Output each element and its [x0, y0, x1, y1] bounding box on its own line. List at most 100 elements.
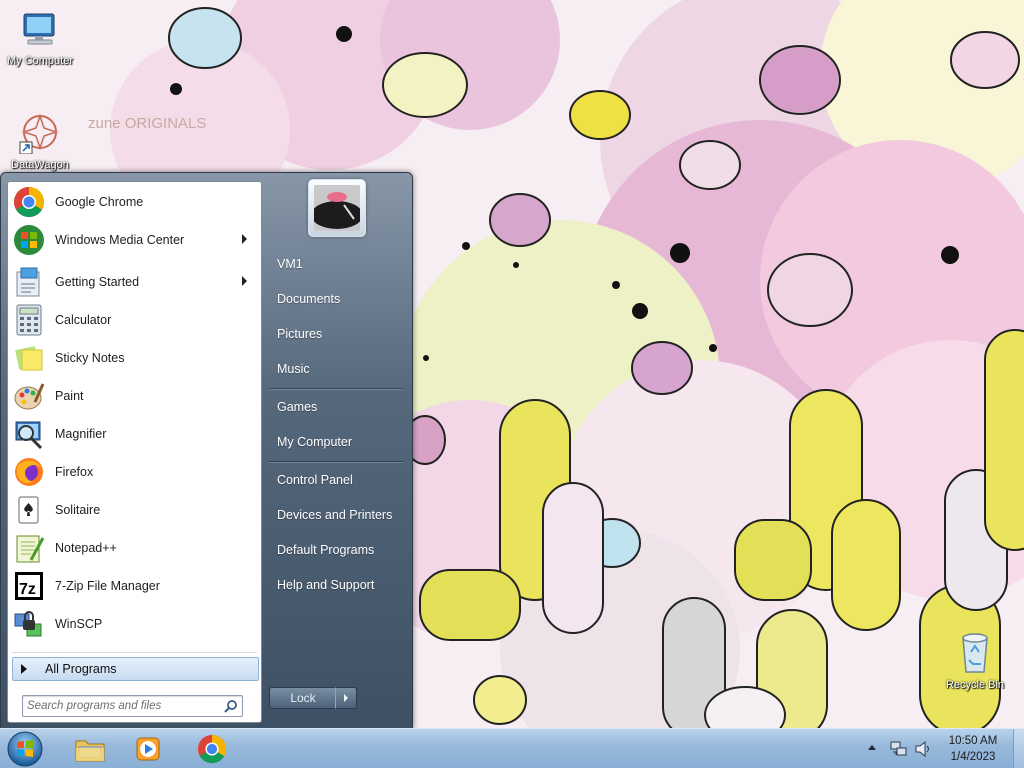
calculator-icon	[12, 303, 46, 337]
start-link-help-and-support[interactable]: Help and Support	[267, 570, 405, 600]
sticky-notes-icon	[12, 341, 46, 375]
taskbar-media-player-button[interactable]	[120, 731, 176, 767]
start-link-documents[interactable]: Documents	[267, 284, 405, 314]
start-link-label: Default Programs	[277, 543, 375, 557]
desktop-icon-recycle-bin[interactable]: Recycle Bin	[933, 630, 1017, 691]
start-link-label: Documents	[277, 292, 341, 306]
start-link-label: Pictures	[277, 327, 323, 341]
network-icon[interactable]	[890, 740, 908, 758]
chrome-icon	[197, 734, 227, 764]
shutdown-options-button[interactable]	[335, 687, 357, 709]
taskbar-explorer-button[interactable]	[62, 731, 118, 767]
submenu-arrow-icon	[242, 234, 247, 244]
program-label: Magnifier	[55, 427, 107, 441]
program-item-notepad-plus-plus[interactable]: Notepad++	[10, 530, 259, 566]
program-label: WinSCP	[55, 617, 103, 631]
notepadpp-icon	[12, 531, 46, 565]
program-item-google-chrome[interactable]: Google Chrome	[10, 184, 259, 220]
show-desktop-button[interactable]	[1013, 729, 1024, 768]
start-link-label: My Computer	[277, 435, 353, 449]
program-label: Windows Media Center	[55, 233, 185, 247]
start-menu: Google Chrome Windows Media Center Getti…	[0, 172, 413, 730]
svg-text:7z: 7z	[19, 581, 36, 598]
7zip-icon: 7z	[12, 569, 46, 603]
program-item-calculator[interactable]: Calculator	[10, 302, 259, 338]
clock[interactable]: 10:50 AM 1/4/2023	[938, 733, 1008, 765]
program-item-windows-media-center[interactable]: Windows Media Center	[10, 222, 259, 258]
program-label: Calculator	[55, 313, 112, 327]
chevron-right-icon	[344, 694, 348, 702]
start-link-devices-and-printers[interactable]: Devices and Printers	[267, 500, 405, 530]
start-link-label: Games	[277, 400, 318, 414]
start-link-label: Music	[277, 362, 310, 376]
winscp-icon	[12, 607, 46, 641]
lock-button-label: Lock	[290, 691, 316, 705]
program-item-solitaire[interactable]: Solitaire	[10, 492, 259, 528]
search-input[interactable]	[27, 698, 217, 714]
program-item-paint[interactable]: Paint	[10, 378, 259, 414]
clock-time: 10:50 AM	[948, 735, 998, 747]
user-account-picture[interactable]	[308, 179, 366, 237]
start-menu-programs-pane: Google Chrome Windows Media Center Getti…	[7, 181, 262, 723]
right-separator	[269, 461, 403, 462]
firefox-icon	[12, 455, 46, 489]
program-label: Google Chrome	[55, 195, 144, 209]
desktop-icon-label: My Computer	[6, 55, 74, 67]
all-programs-arrow-icon	[21, 664, 27, 674]
desktop-icon-data-wagon[interactable]: DataWagon	[0, 110, 82, 171]
start-link-music[interactable]: Music	[267, 354, 405, 384]
start-link-my-computer[interactable]: My Computer	[267, 427, 405, 457]
program-label: Firefox	[55, 465, 94, 479]
start-link-label: Control Panel	[277, 473, 353, 487]
search-icon[interactable]	[224, 699, 238, 713]
desktop-icon-label: DataWagon	[11, 159, 69, 171]
zune-watermark: zune ORIGINALS	[88, 115, 206, 132]
magnifier-icon	[12, 417, 46, 451]
desktop-icon-my-computer[interactable]: My Computer	[0, 10, 82, 67]
start-link-label: Devices and Printers	[277, 508, 393, 522]
start-link-games[interactable]: Games	[267, 392, 405, 422]
show-hidden-icons-icon[interactable]	[867, 743, 877, 751]
clock-date: 1/4/2023	[950, 751, 996, 763]
program-label: Solitaire	[55, 503, 101, 517]
start-link-default-programs[interactable]: Default Programs	[267, 535, 405, 565]
turntable-icon	[314, 185, 360, 231]
program-label: Paint	[55, 389, 84, 403]
program-item-firefox[interactable]: Firefox	[10, 454, 259, 490]
taskbar: 10:50 AM 1/4/2023	[0, 728, 1024, 768]
solitaire-icon	[12, 493, 46, 527]
start-link-label: VM1	[277, 257, 303, 271]
start-button[interactable]	[6, 730, 44, 768]
program-item-7-zip-file-manager[interactable]: 7z 7-Zip File Manager	[10, 568, 259, 604]
paint-icon	[12, 379, 46, 413]
start-link-pictures[interactable]: Pictures	[267, 319, 405, 349]
program-item-winscp[interactable]: WinSCP	[10, 606, 259, 642]
recycle-bin-icon	[962, 633, 988, 673]
program-item-sticky-notes[interactable]: Sticky Notes	[10, 340, 259, 376]
program-item-getting-started[interactable]: Getting Started	[10, 264, 259, 300]
program-item-magnifier[interactable]: Magnifier	[10, 416, 259, 452]
media-player-icon	[136, 737, 160, 761]
desktop-icon-label: Recycle Bin	[945, 679, 1005, 691]
volume-icon[interactable]	[914, 740, 932, 758]
start-link-control-panel[interactable]: Control Panel	[267, 465, 405, 495]
lock-button[interactable]: Lock	[269, 687, 337, 709]
start-link-vm1[interactable]: VM1	[267, 249, 405, 279]
chrome-icon	[12, 185, 46, 219]
program-label: Notepad++	[55, 541, 117, 555]
data-wagon-icon	[19, 113, 59, 155]
my-computer-icon	[23, 13, 55, 45]
media-center-icon	[12, 223, 46, 257]
right-separator	[269, 388, 403, 389]
taskbar-chrome-button[interactable]	[184, 731, 240, 767]
programs-separator	[12, 652, 257, 653]
start-link-label: Help and Support	[277, 578, 375, 592]
all-programs-label: All Programs	[45, 662, 117, 676]
program-label: Sticky Notes	[55, 351, 125, 365]
submenu-arrow-icon	[242, 276, 247, 286]
program-label: 7-Zip File Manager	[55, 579, 160, 593]
all-programs-button[interactable]: All Programs	[12, 657, 259, 681]
getting-started-icon	[12, 265, 46, 299]
explorer-icon	[75, 740, 105, 762]
search-box[interactable]	[22, 695, 243, 717]
